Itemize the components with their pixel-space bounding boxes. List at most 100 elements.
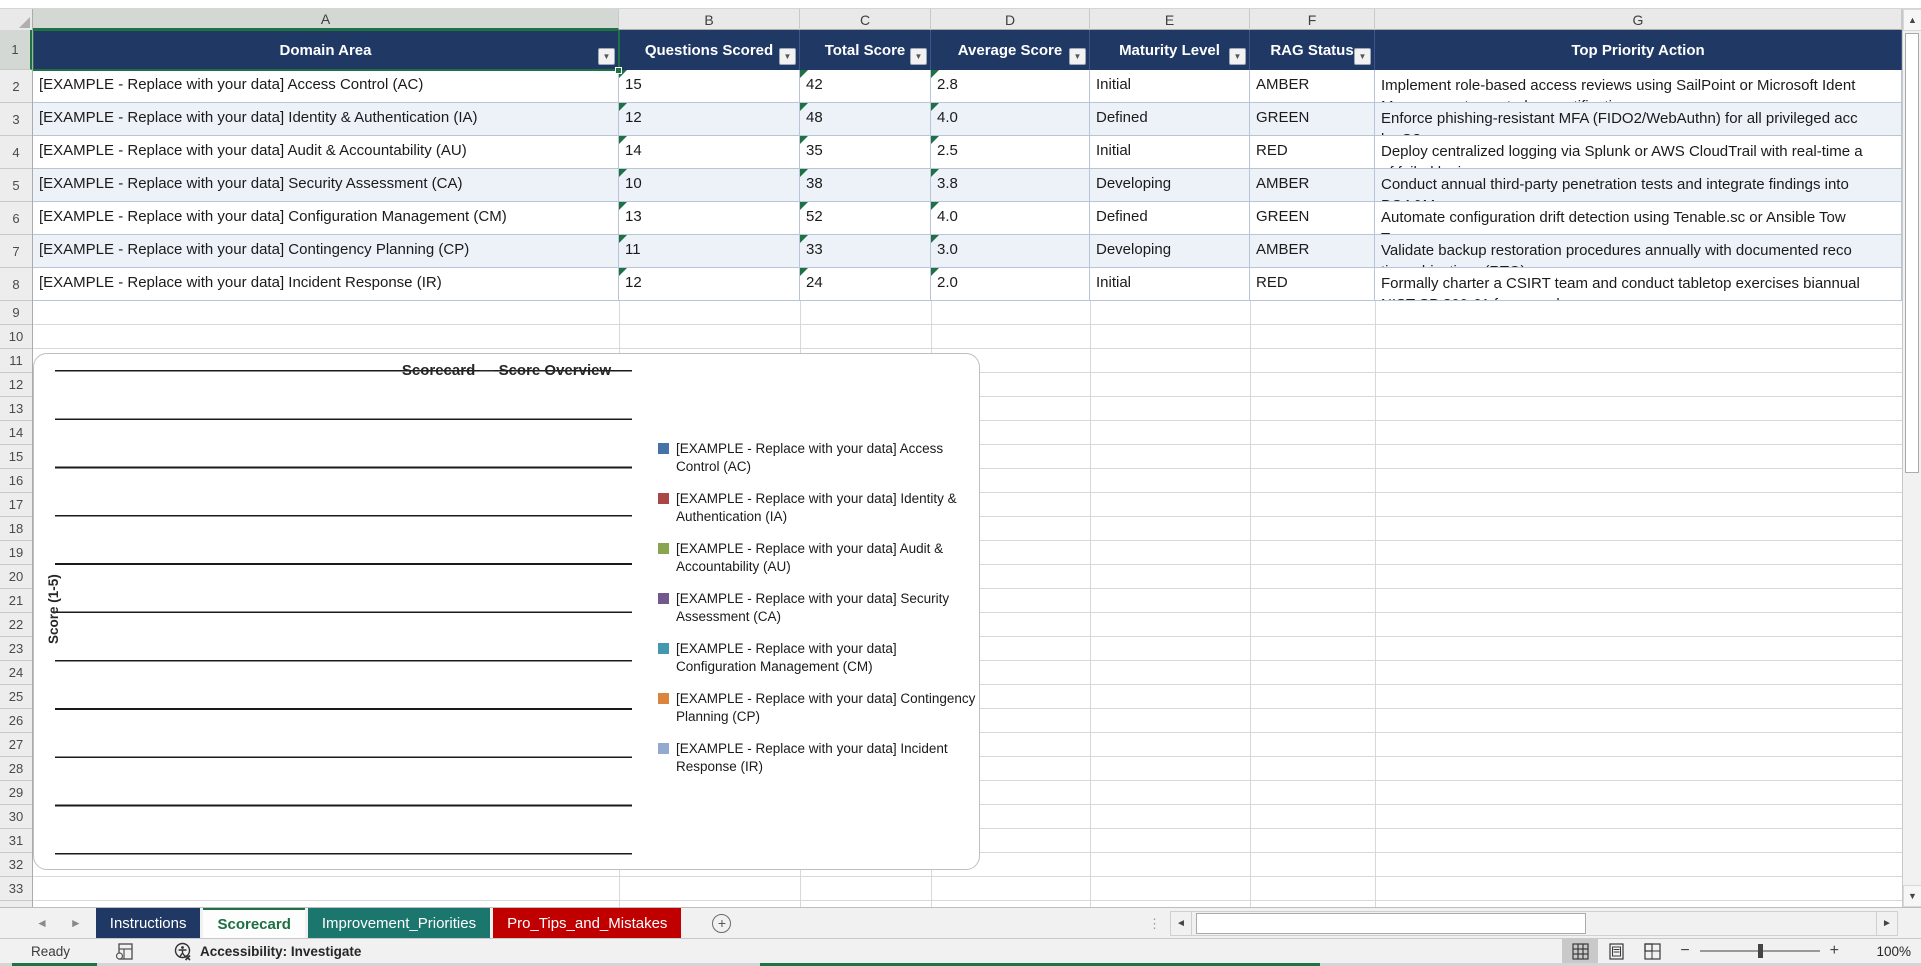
cell-rag-status[interactable]: AMBER [1250,70,1375,103]
cell-questions-scored[interactable]: 12 [619,268,800,301]
tab-improvement-priorities[interactable]: Improvement_Priorities [308,908,490,938]
cell-total-score[interactable]: 48 [800,103,931,136]
row-header[interactable]: 15 [0,445,32,469]
cell-rag-status[interactable]: GREEN [1250,103,1375,136]
cell-average-score[interactable]: 4.0 [931,202,1090,235]
cell-top-priority-action[interactable]: Implement role-based access reviews usin… [1375,70,1902,103]
page-layout-view-button[interactable] [1598,939,1634,964]
row-header[interactable]: 7 [0,235,32,268]
cell-maturity-level[interactable]: Defined [1090,202,1250,235]
vertical-scrollbar[interactable]: ▲ ▼ [1902,9,1921,907]
header-rag-status[interactable]: RAG Status▼ [1250,30,1375,70]
cell-maturity-level[interactable]: Developing [1090,169,1250,202]
page-break-preview-button[interactable] [1634,939,1670,964]
normal-view-button[interactable] [1562,939,1598,964]
select-all-button[interactable] [0,9,33,30]
row-header[interactable]: 26 [0,709,32,733]
cell-total-score[interactable]: 42 [800,70,931,103]
cell-average-score[interactable]: 2.5 [931,136,1090,169]
row-header[interactable]: 17 [0,493,32,517]
column-header-G[interactable]: G [1375,9,1902,30]
filter-button[interactable]: ▼ [1069,48,1086,65]
cell-top-priority-action[interactable]: Enforce phishing-resistant MFA (FIDO2/We… [1375,103,1902,136]
row-header[interactable]: 5 [0,169,32,202]
row-header[interactable]: 20 [0,565,32,589]
row-header[interactable]: 19 [0,541,32,565]
cell-domain-area[interactable]: [EXAMPLE - Replace with your data] Acces… [33,70,619,103]
header-top-priority-action[interactable]: Top Priority Action [1375,30,1902,70]
filter-button[interactable]: ▼ [1354,48,1371,65]
cell-questions-scored[interactable]: 10 [619,169,800,202]
row-header[interactable]: 33 [0,877,32,901]
cell-questions-scored[interactable]: 11 [619,235,800,268]
cell-total-score[interactable]: 52 [800,202,931,235]
vertical-scroll-thumb[interactable] [1905,33,1919,473]
header-questions-scored[interactable]: Questions Scored▼ [619,30,800,70]
cell-domain-area[interactable]: [EXAMPLE - Replace with your data] Secur… [33,169,619,202]
cell-top-priority-action[interactable]: Formally charter a CSIRT team and conduc… [1375,268,1902,301]
cell-average-score[interactable]: 4.0 [931,103,1090,136]
cell-rag-status[interactable]: RED [1250,136,1375,169]
row-header[interactable]: 14 [0,421,32,445]
row-header[interactable]: 21 [0,589,32,613]
scroll-up-icon[interactable]: ▲ [1903,9,1921,31]
row-header[interactable]: 6 [0,202,32,235]
header-domain-area[interactable]: Domain Area▼ [33,30,619,70]
row-header[interactable]: 31 [0,829,32,853]
cell-domain-area[interactable]: [EXAMPLE - Replace with your data] Audit… [33,136,619,169]
row-header[interactable]: 13 [0,397,32,421]
column-header-B[interactable]: B [619,9,800,30]
cell-top-priority-action[interactable]: Conduct annual third-party penetration t… [1375,169,1902,202]
row-header[interactable]: 30 [0,805,32,829]
row-header[interactable]: 11 [0,349,32,373]
tab-nav-left-icon[interactable]: ◄ [36,916,48,930]
cell-top-priority-action[interactable]: Validate backup restoration procedures a… [1375,235,1902,268]
cell-total-score[interactable]: 38 [800,169,931,202]
cell-average-score[interactable]: 3.8 [931,169,1090,202]
filter-button[interactable]: ▼ [779,48,796,65]
row-header[interactable]: 32 [0,853,32,877]
cell-maturity-level[interactable]: Defined [1090,103,1250,136]
horizontal-scroll-thumb[interactable] [1196,913,1586,934]
filter-button[interactable]: ▼ [598,48,615,65]
cell-average-score[interactable]: 3.0 [931,235,1090,268]
row-header-1[interactable]: 1 [0,30,32,70]
row-header[interactable]: 9 [0,301,32,325]
column-header-A[interactable]: A [33,9,619,30]
column-header-E[interactable]: E [1090,9,1250,30]
cell-total-score[interactable]: 33 [800,235,931,268]
legend-entry[interactable]: [EXAMPLE - Replace with your data] Conti… [658,690,978,726]
scroll-right-icon[interactable]: ► [1876,911,1898,936]
tab-pro-tips-and-mistakes[interactable]: Pro_Tips_and_Mistakes [493,908,681,938]
cell-domain-area[interactable]: [EXAMPLE - Replace with your data] Conti… [33,235,619,268]
legend-entry[interactable]: [EXAMPLE - Replace with your data] Confi… [658,640,978,676]
row-header[interactable]: 8 [0,268,32,301]
header-total-score[interactable]: Total Score▼ [800,30,931,70]
zoom-slider[interactable] [1700,950,1820,952]
macro-record-icon[interactable] [116,943,133,960]
cell-rag-status[interactable]: AMBER [1250,235,1375,268]
scroll-left-icon[interactable]: ◄ [1170,911,1192,936]
row-header[interactable]: 22 [0,613,32,637]
horizontal-scrollbar[interactable]: ◄ ► [1170,911,1898,936]
row-header[interactable]: 27 [0,733,32,757]
cell-domain-area[interactable]: [EXAMPLE - Replace with your data] Ident… [33,103,619,136]
horizontal-scroll-track[interactable] [1192,911,1876,936]
tab-scorecard-active[interactable]: Scorecard [203,908,304,938]
cell-questions-scored[interactable]: 15 [619,70,800,103]
tab-bar-divider-dots[interactable]: ⋮ [1148,908,1161,939]
column-header-C[interactable]: C [800,9,931,30]
row-header[interactable]: 2 [0,70,32,103]
cell-questions-scored[interactable]: 13 [619,202,800,235]
legend-entry[interactable]: [EXAMPLE - Replace with your data] Secur… [658,590,978,626]
cell-total-score[interactable]: 24 [800,268,931,301]
cell-maturity-level[interactable]: Initial [1090,268,1250,301]
row-header[interactable]: 18 [0,517,32,541]
filter-button[interactable]: ▼ [1229,48,1246,65]
tab-nav-right-icon[interactable]: ► [70,916,82,930]
new-sheet-button[interactable]: + [712,908,731,938]
cell-rag-status[interactable]: GREEN [1250,202,1375,235]
row-header[interactable]: 24 [0,661,32,685]
column-header-F[interactable]: F [1250,9,1375,30]
row-header[interactable]: 23 [0,637,32,661]
